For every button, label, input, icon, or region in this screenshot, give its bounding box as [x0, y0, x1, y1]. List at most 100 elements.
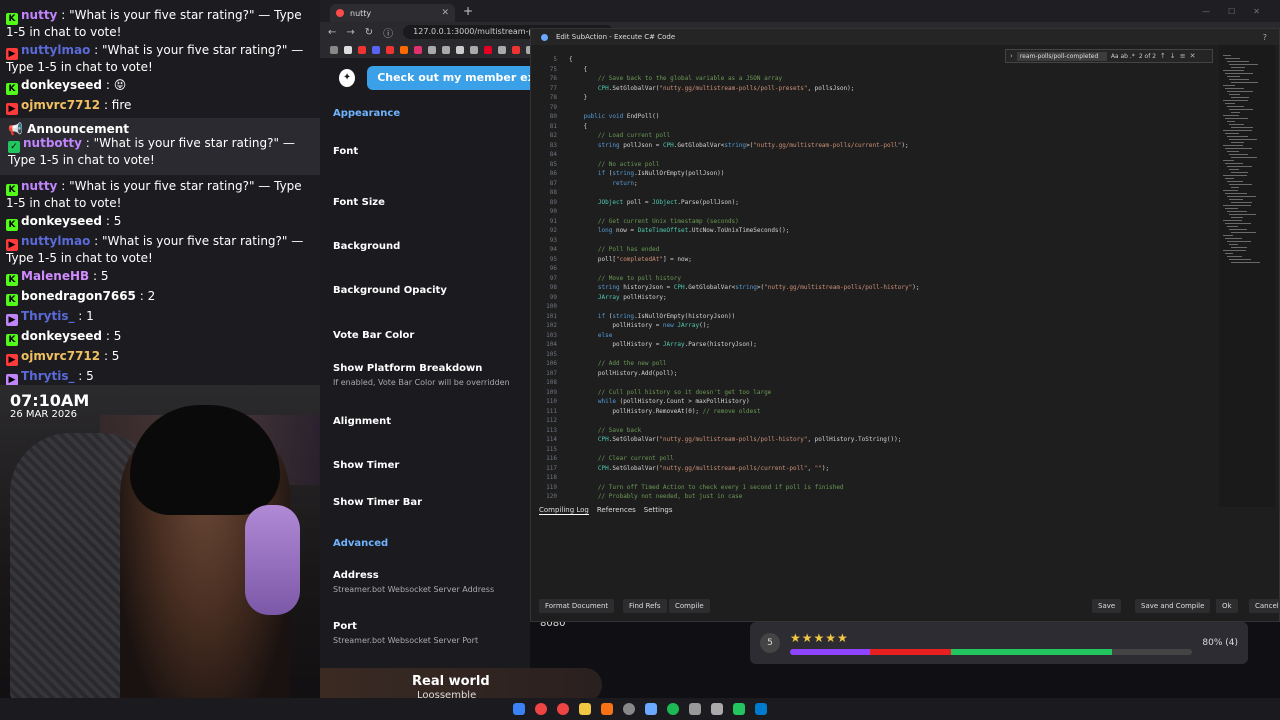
code-line[interactable]: 111 pollHistory.RemoveAt(0); // remove o… [531, 407, 1219, 416]
code-line[interactable]: 106 // Add the new poll [531, 359, 1219, 368]
bookmark-icon[interactable] [372, 46, 380, 54]
find-refs-button[interactable]: Find Refs [623, 599, 667, 613]
code-line[interactable]: 120 // Probably not needed, but just in … [531, 492, 1219, 501]
chat-username[interactable]: Thrytis_ [21, 369, 74, 383]
save-and-compile-button[interactable]: Save and Compile [1135, 599, 1211, 613]
minimize-icon[interactable]: — [1202, 7, 1210, 16]
code-line[interactable]: 98 string historyJson = CPH.GetGlobalVar… [531, 283, 1219, 292]
code-line[interactable]: 82 // Load current poll [531, 131, 1219, 140]
chat-username[interactable]: donkeyseed [21, 78, 102, 92]
chat-username[interactable]: nutty [21, 179, 57, 193]
setting-font[interactable]: Font [333, 146, 358, 157]
code-line[interactable]: 94 // Poll has ended [531, 245, 1219, 254]
code-line[interactable]: 116 // Clear current poll [531, 454, 1219, 463]
bookmark-icon[interactable] [484, 46, 492, 54]
close-icon[interactable]: ✕ [1253, 7, 1260, 16]
obs-icon[interactable] [623, 703, 635, 715]
code-line[interactable]: 108 [531, 378, 1219, 387]
code-line[interactable]: 101 if (string.IsNullOrEmpty(historyJson… [531, 312, 1219, 321]
streamerbot-icon[interactable] [645, 703, 657, 715]
chevron-right-icon[interactable]: › [1010, 52, 1013, 60]
windows-start-icon[interactable] [513, 703, 525, 715]
arrow-up-icon[interactable]: ↑ [1160, 52, 1166, 60]
code-line[interactable]: 85 // No active poll [531, 160, 1219, 169]
code-line[interactable]: 81 { [531, 122, 1219, 131]
code-line[interactable]: 77 CPH.SetGlobalVar("nutty.gg/multistrea… [531, 84, 1219, 93]
code-line[interactable]: 79 [531, 103, 1219, 112]
code-line[interactable]: 80 public void EndPoll() [531, 112, 1219, 121]
find-options[interactable]: Aa ab .* [1111, 53, 1135, 60]
setting-show-timer-bar[interactable]: Show Timer Bar [333, 497, 422, 508]
close-icon[interactable]: ✕ [1190, 52, 1196, 60]
code-line[interactable]: 114 CPH.SetGlobalVar("nutty.gg/multistre… [531, 435, 1219, 444]
format-document-button[interactable]: Format Document [539, 599, 615, 613]
code-line[interactable]: 95 poll["completedAt"] = now; [531, 255, 1219, 264]
chat-username[interactable]: ojmvrc7712 [21, 98, 100, 112]
find-input[interactable]: ream-polls/poll-completed [1016, 51, 1107, 61]
app-icon[interactable] [601, 703, 613, 715]
code-line[interactable]: 91 // Get current Unix timestamp (second… [531, 217, 1219, 226]
app-icon[interactable] [689, 703, 701, 715]
code-line[interactable]: 90 [531, 207, 1219, 216]
bookmark-icon[interactable] [344, 46, 352, 54]
chrome-icon[interactable] [535, 703, 547, 715]
code-line[interactable]: 119 // Turn off Timed Action to check ev… [531, 483, 1219, 492]
chat-username[interactable]: donkeyseed [21, 329, 102, 343]
back-icon[interactable]: ← [328, 27, 336, 38]
code-line[interactable]: 112 [531, 416, 1219, 425]
setting-background[interactable]: Background [333, 241, 400, 252]
browser-tab[interactable]: nutty ✕ [330, 4, 455, 22]
chat-username[interactable]: MaleneHB [21, 269, 89, 283]
code-line[interactable]: 87 return; [531, 179, 1219, 188]
cancel-button[interactable]: Cancel [1249, 599, 1280, 613]
bookmark-icon[interactable] [428, 46, 436, 54]
bookmark-icon[interactable] [358, 46, 366, 54]
setting-show-platform-breakdown[interactable]: Show Platform Breakdown If enabled, Vote… [333, 363, 510, 387]
chat-username[interactable]: Thrytis_ [21, 309, 74, 323]
code-line[interactable]: 105 [531, 350, 1219, 359]
compile-button[interactable]: Compile [669, 599, 710, 613]
chat-username[interactable]: bonedragon7665 [21, 289, 136, 303]
arrow-down-icon[interactable]: ↓ [1170, 52, 1176, 60]
setting-show-timer[interactable]: Show Timer [333, 460, 399, 471]
menu-icon[interactable]: ≡ [1180, 52, 1186, 60]
setting-address[interactable]: Address Streamer.bot Websocket Server Ad… [333, 570, 494, 594]
code-line[interactable]: 107 pollHistory.Add(poll); [531, 369, 1219, 378]
code-line[interactable]: 104 pollHistory = JArray.Parse(historyJs… [531, 340, 1219, 349]
chrome-icon[interactable] [557, 703, 569, 715]
code-line[interactable]: 89 JObject poll = JObject.Parse(pollJson… [531, 198, 1219, 207]
code-line[interactable]: 113 // Save back [531, 426, 1219, 435]
bookmark-icon[interactable] [456, 46, 464, 54]
code-line[interactable]: 109 // Cull poll history so it doesn't g… [531, 388, 1219, 397]
app-icon[interactable] [711, 703, 723, 715]
spotify-icon[interactable] [667, 703, 679, 715]
chat-username[interactable]: nuttylmao [21, 234, 90, 248]
code-line[interactable]: 76 // Save back to the global variable a… [531, 74, 1219, 83]
vscode-icon[interactable] [755, 703, 767, 715]
bookmark-icon[interactable] [386, 46, 394, 54]
dialog-tab[interactable]: Settings [644, 506, 673, 515]
code-line[interactable]: 78 } [531, 93, 1219, 102]
bookmark-icon[interactable] [414, 46, 422, 54]
code-line[interactable]: 86 if (string.IsNullOrEmpty(pollJson)) [531, 169, 1219, 178]
bookmark-icon[interactable] [498, 46, 506, 54]
code-line[interactable]: 99 JArray pollHistory; [531, 293, 1219, 302]
code-line[interactable]: 118 [531, 473, 1219, 482]
code-line[interactable]: 117 CPH.SetGlobalVar("nutty.gg/multistre… [531, 464, 1219, 473]
site-info-icon[interactable]: ⓘ [383, 25, 393, 40]
code-line[interactable]: 100 [531, 302, 1219, 311]
setting-port[interactable]: Port Streamer.bot Websocket Server Port [333, 621, 478, 645]
code-line[interactable]: 75 { [531, 65, 1219, 74]
app-icon[interactable] [733, 703, 745, 715]
ok-button[interactable]: Ok [1216, 599, 1238, 613]
reload-icon[interactable]: ↻ [365, 27, 373, 38]
code-line[interactable]: 110 while (pollHistory.Count > maxPollHi… [531, 397, 1219, 406]
code-line[interactable]: 83 string pollJson = CPH.GetGlobalVar<st… [531, 141, 1219, 150]
setting-alignment[interactable]: Alignment [333, 416, 391, 427]
dialog-tab[interactable]: References [597, 506, 636, 515]
bookmark-icon[interactable] [330, 46, 338, 54]
code-line[interactable]: 102 pollHistory = new JArray(); [531, 321, 1219, 330]
code-line[interactable]: 88 [531, 188, 1219, 197]
chat-username[interactable]: nutty [21, 8, 57, 22]
setting-font-size[interactable]: Font Size [333, 197, 385, 208]
